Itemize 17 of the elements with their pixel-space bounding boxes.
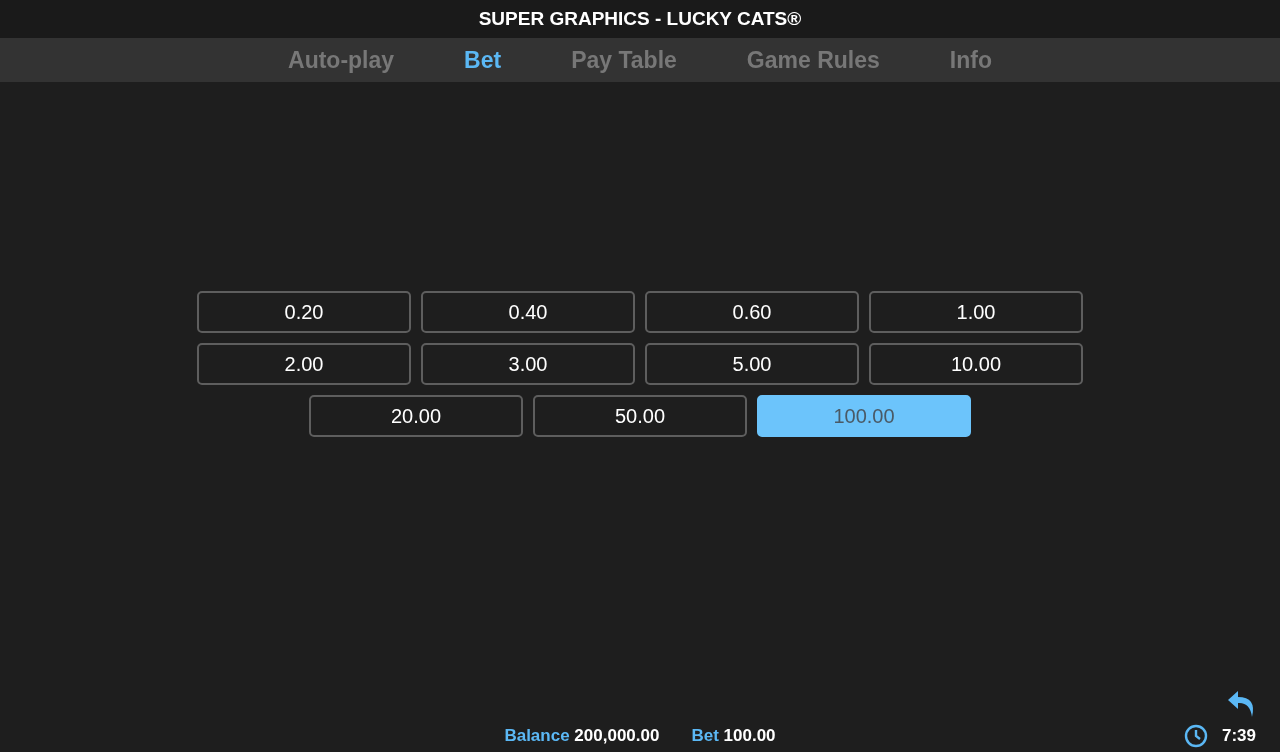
bet-button[interactable]: 3.00 (421, 343, 635, 385)
bet-text: Bet 100.00 (691, 726, 776, 746)
bet-button[interactable]: 5.00 (645, 343, 859, 385)
bet-button[interactable]: 1.00 (869, 291, 1083, 333)
balance-text: Balance 200,000.00 (504, 726, 660, 746)
window-title: SUPER GRAPHICS - LUCKY CATS® (478, 8, 802, 30)
clock-time: 7:39 (1221, 726, 1256, 746)
bet-button[interactable]: 50.00 (533, 395, 747, 437)
bet-button[interactable]: 20.00 (309, 395, 523, 437)
bet-button[interactable]: 0.20 (197, 291, 411, 333)
tab[interactable]: Bet (464, 46, 502, 74)
bet-button[interactable]: 0.60 (645, 291, 859, 333)
bet-button[interactable]: 2.00 (197, 343, 411, 385)
clock-icon (1183, 724, 1208, 748)
bet-button[interactable]: 0.40 (421, 291, 635, 333)
bet-button[interactable]: 10.00 (869, 343, 1083, 385)
bet-button[interactable]: 100.00 (757, 395, 971, 437)
